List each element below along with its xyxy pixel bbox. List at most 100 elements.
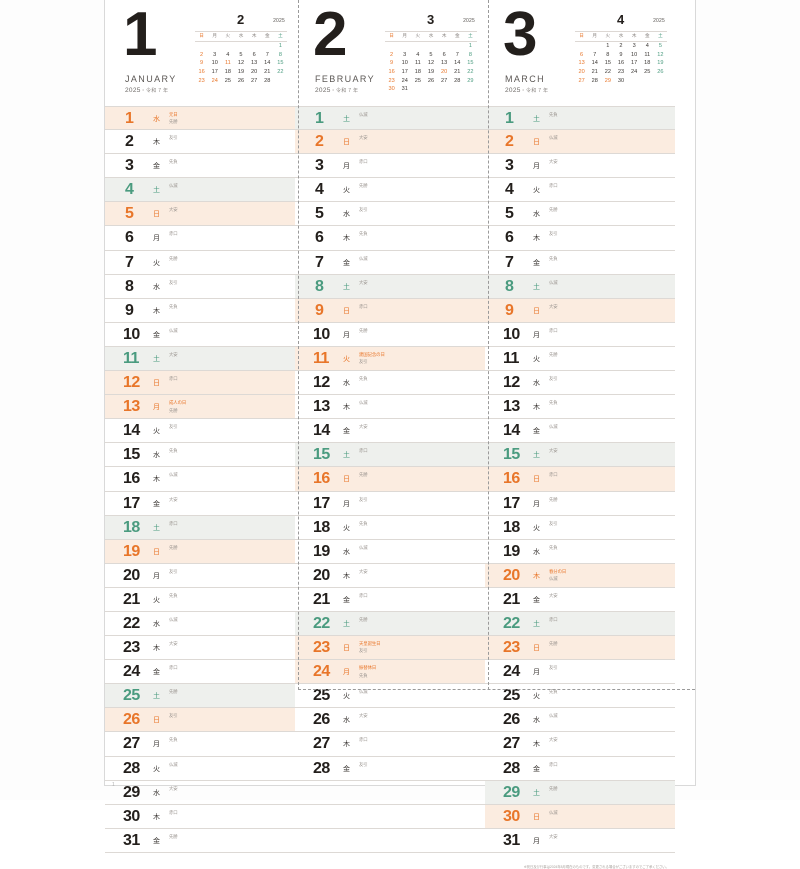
day-row[interactable]: 15 土 赤口 [295,443,485,468]
day-row[interactable]: 4 土 仏滅 [105,178,295,203]
day-row[interactable]: 29 水 大安 [105,781,295,805]
day-row[interactable]: 8 水 友引 [105,275,295,299]
day-row[interactable]: 21 金 赤口 [295,588,485,612]
day-row[interactable]: 20 木 大安 [295,564,485,588]
day-row[interactable]: 10 金 仏滅 [105,323,295,347]
day-row[interactable]: 3 金 先負 [105,154,295,179]
day-row[interactable]: 28 金 赤口 [485,757,675,781]
day-row[interactable]: 6 月 赤口 [105,226,295,251]
day-row[interactable]: 4 火 先勝 [295,178,485,203]
day-number: 15 [123,446,140,464]
day-of-week: 木 [343,235,350,243]
day-row[interactable]: 15 水 先負 [105,443,295,468]
day-row[interactable]: 17 金 大安 [105,492,295,516]
day-row[interactable]: 8 土 仏滅 [485,274,675,299]
day-row[interactable]: 11 火 先勝 [485,347,675,372]
day-row[interactable]: 1 土 仏滅 [295,106,485,131]
day-row[interactable]: 18 土 赤口 [105,515,295,540]
day-row[interactable]: 5 水 友引 [295,202,485,227]
day-row[interactable]: 26 水 大安 [295,708,485,733]
day-row[interactable]: 13 月 成人の日 先勝 [105,395,295,420]
day-row[interactable]: 18 火 先負 [295,516,485,540]
day-row[interactable]: 13 木 仏滅 [295,395,485,420]
day-row[interactable]: 20 木 春分の日 仏滅 [485,563,675,588]
day-row[interactable]: 24 月 友引 [485,660,675,685]
day-row[interactable]: 3 月 大安 [485,154,675,179]
day-row[interactable]: 14 火 友引 [105,419,295,444]
day-number: 9 [125,301,134,319]
day-row[interactable]: 27 木 赤口 [295,732,485,757]
day-row[interactable]: 27 木 大安 [485,732,675,757]
day-row[interactable]: 22 水 仏滅 [105,612,295,637]
day-row[interactable]: 31 金 先勝 [105,829,295,853]
day-row[interactable]: 31 月 大安 [485,829,675,853]
day-row[interactable]: 23 木 大安 [105,636,295,661]
day-row[interactable]: 25 土 先勝 [105,684,295,709]
day-row[interactable]: 28 火 仏滅 [105,757,295,781]
day-row[interactable]: 14 金 大安 [295,419,485,444]
day-row[interactable]: 17 月 友引 [295,492,485,516]
day-row[interactable]: 12 水 先負 [295,371,485,396]
day-row[interactable]: 16 日 先勝 [295,467,485,492]
day-row[interactable]: 10 月 先勝 [295,323,485,347]
day-row[interactable]: 11 火 建国記念の日 友引 [295,346,485,372]
day-row[interactable]: 24 月 振替休日 先負 [295,660,485,685]
day-row[interactable]: 20 月 友引 [105,564,295,588]
rokuyo-label: 先負 [549,112,558,117]
day-row[interactable]: 18 火 友引 [485,516,675,540]
day-row[interactable]: 19 水 仏滅 [295,540,485,564]
day-row[interactable]: 25 火仏滅 [295,684,485,709]
day-row[interactable]: 16 日 赤口 [485,467,675,492]
day-row[interactable]: 26 日 友引 [105,708,295,733]
day-row[interactable]: 2 日 仏滅 [485,130,675,155]
day-row[interactable]: 1 水 元日 先勝 [105,106,295,131]
day-row[interactable]: 19 水 先負 [485,540,675,564]
day-row[interactable]: 21 金 大安 [485,588,675,612]
day-row[interactable]: 21 火 先負 [105,588,295,612]
day-row[interactable]: 30 日 仏滅 [485,804,675,829]
day-row[interactable]: 25 火先負 [485,684,675,709]
day-row[interactable]: 11 土 大安 [105,346,295,372]
day-row[interactable]: 9 日 大安 [485,298,675,323]
day-row[interactable]: 7 金 仏滅 [295,251,485,275]
day-row[interactable]: 7 金 先負 [485,251,675,275]
mini-day-cell [385,42,398,51]
day-row[interactable]: 22 土 赤口 [485,611,675,637]
mini-day-cell: 3 [403,51,407,58]
day-row[interactable]: 23 日 先勝 [485,636,675,661]
day-row[interactable]: 9 木 先負 [105,299,295,323]
day-row[interactable]: 6 木 友引 [485,226,675,251]
day-row[interactable]: 15 土 大安 [485,443,675,468]
day-row[interactable]: 28 金 友引 [295,757,485,781]
day-row[interactable]: 24 金 赤口 [105,660,295,685]
day-row[interactable]: 29 土 先勝 [485,780,675,805]
day-row[interactable]: 3 月 赤口 [295,154,485,179]
day-row[interactable]: 16 木 仏滅 [105,467,295,492]
day-row[interactable]: 9 日 赤口 [295,298,485,323]
day-row[interactable]: 10 月 赤口 [485,323,675,347]
day-row[interactable]: 2 日 大安 [295,130,485,155]
day-row[interactable]: 4 火 赤口 [485,178,675,203]
day-row[interactable]: 12 日 赤口 [105,371,295,396]
day-row[interactable]: 17 月 先勝 [485,492,675,516]
day-row[interactable]: 1 土 先負 [485,106,675,131]
day-annotations: 先負 [359,375,469,382]
day-annotations: 赤口 [359,158,469,165]
day-row[interactable]: 19 日 先勝 [105,539,295,564]
day-row[interactable]: 7 火 先勝 [105,251,295,275]
day-row[interactable]: 22 土 先勝 [295,611,485,637]
day-row[interactable]: 8 土 大安 [295,274,485,299]
day-annotations: 先負 [169,736,279,743]
day-row[interactable]: 27 月 先負 [105,732,295,757]
day-row[interactable]: 5 日 大安 [105,202,295,227]
day-row[interactable]: 6 木 先負 [295,226,485,251]
day-row[interactable]: 30 木 赤口 [105,805,295,829]
day-row[interactable]: 14 金 仏滅 [485,419,675,444]
day-annotations: 先負 [169,592,279,599]
day-row[interactable]: 2 木 友引 [105,130,295,155]
day-row[interactable]: 12 水 友引 [485,371,675,396]
day-row[interactable]: 23 日 天皇誕生日 友引 [295,636,485,661]
day-row[interactable]: 26 水 仏滅 [485,708,675,733]
day-row[interactable]: 5 水 先勝 [485,202,675,227]
day-row[interactable]: 13 木 先負 [485,395,675,420]
